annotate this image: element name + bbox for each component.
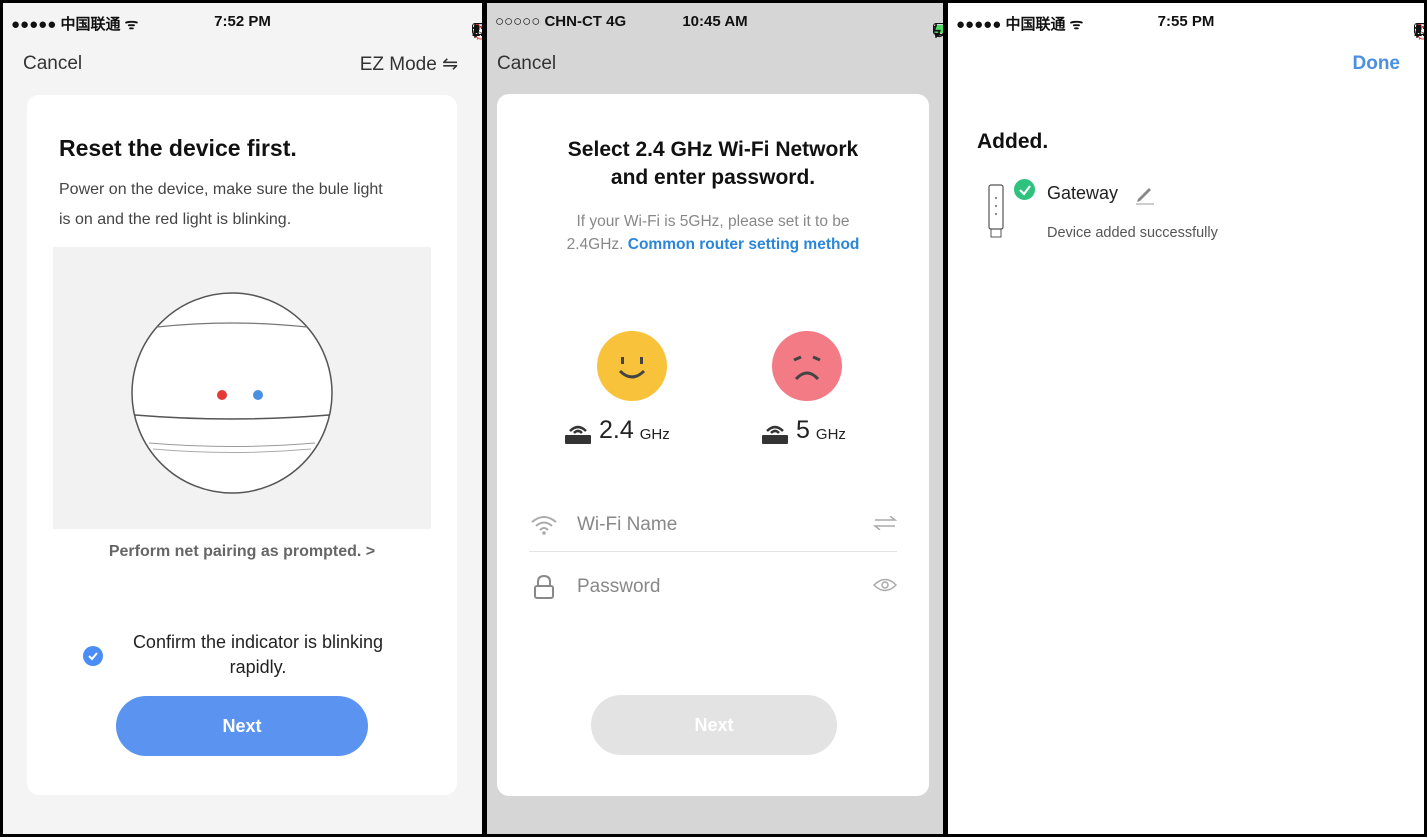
hint-prefix: 2.4GHz. bbox=[566, 236, 628, 253]
screenshot-collage: ●●●●● 中国联通 ᯤ 7:52 PM ⊕ ➚ ⏰ ᛒ 22% Cancel … bbox=[0, 0, 1427, 837]
title-line: and enter password. bbox=[610, 166, 816, 189]
password-input[interactable]: Password bbox=[577, 576, 660, 598]
band-unit: GHz bbox=[815, 426, 846, 443]
page-title: Reset the device first. bbox=[59, 135, 297, 161]
page-title: Added. bbox=[977, 130, 1049, 153]
hint-line: If your Wi-Fi is 5GHz, please set it to … bbox=[576, 213, 850, 230]
device-added-screen: ●●●●● 中国联通 ᯤ 7:55 PM ⊕ ➚ ⏰ ᛒ 22% Done Ad… bbox=[948, 3, 1424, 834]
instruction-text: Power on the device, make sure the bule … bbox=[59, 175, 383, 235]
device-drawing bbox=[131, 292, 333, 494]
status-bar: ●●●●● 中国联通 ᯤ 7:55 PM ⊕ ➚ ⏰ ᛒ 22% bbox=[948, 3, 1424, 41]
next-button[interactable]: Next bbox=[116, 696, 368, 756]
blue-light bbox=[253, 390, 263, 400]
wifi-icon bbox=[529, 514, 559, 536]
carrier-label: ○○○○○ CHN-CT 4G bbox=[495, 13, 627, 30]
band-value: 5 bbox=[796, 416, 810, 444]
status-bar: ●●●●● 中国联通 ᯤ 7:52 PM ⊕ ➚ ⏰ ᛒ 22% bbox=[3, 3, 482, 41]
reset-device-screen: ●●●●● 中国联通 ᯤ 7:52 PM ⊕ ➚ ⏰ ᛒ 22% Cancel … bbox=[3, 3, 482, 834]
router-icon bbox=[762, 425, 788, 444]
instruction-line: is on and the red light is blinking. bbox=[59, 211, 292, 228]
hint-line: 2.4GHz. Common router setting method bbox=[497, 233, 929, 256]
device-status-text: Device added successfully bbox=[1047, 225, 1218, 241]
hint-text: If your Wi-Fi is 5GHz, please set it to … bbox=[497, 210, 929, 256]
wifi-card: Select 2.4 GHz Wi-Fi Network and enter p… bbox=[497, 94, 929, 796]
lock-icon bbox=[529, 574, 559, 600]
checkbox-checked-icon[interactable] bbox=[83, 646, 103, 666]
carrier-label: ●●●●● 中国联通 ᯤ bbox=[11, 16, 139, 33]
instruction-card: Reset the device first. Power on the dev… bbox=[27, 95, 457, 795]
battery-icon bbox=[1414, 23, 1424, 35]
wifi-name-field[interactable]: Wi-Fi Name bbox=[529, 498, 898, 552]
page-title: Select 2.4 GHz Wi-Fi Network and enter p… bbox=[497, 136, 929, 192]
band-value: 2.4 bbox=[599, 416, 634, 444]
nav-bar: Done bbox=[948, 49, 1424, 79]
band-unit: GHz bbox=[639, 426, 670, 443]
gateway-device-icon bbox=[988, 184, 1004, 238]
instruction-line: Power on the device, make sure the bule … bbox=[59, 181, 383, 198]
device-illustration bbox=[53, 247, 431, 529]
happy-face-icon bbox=[597, 331, 667, 401]
red-light bbox=[217, 390, 227, 400]
device-row: Gateway Device added successfully bbox=[986, 175, 1386, 245]
nav-bar: Cancel bbox=[487, 49, 943, 79]
router-icon bbox=[565, 425, 591, 444]
eye-icon[interactable] bbox=[872, 576, 898, 598]
router-setting-link[interactable]: Common router setting method bbox=[628, 236, 860, 253]
edit-pencil-icon[interactable] bbox=[1134, 183, 1156, 210]
cancel-button[interactable]: Cancel bbox=[23, 53, 82, 75]
pairing-prompt-link[interactable]: Perform net pairing as prompted. > bbox=[27, 543, 457, 561]
band-5ghz-label: 5 GHz bbox=[760, 416, 846, 445]
clock: 7:52 PM bbox=[214, 13, 271, 30]
done-button[interactable]: Done bbox=[1353, 53, 1401, 75]
cancel-button[interactable]: Cancel bbox=[497, 53, 556, 75]
confirm-line: rapidly. bbox=[229, 657, 287, 677]
confirm-line: Confirm the indicator is blinking bbox=[132, 632, 384, 652]
band-24ghz-label: 2.4 GHz bbox=[563, 416, 670, 445]
title-line: Select 2.4 GHz Wi-Fi Network bbox=[567, 138, 859, 161]
confirm-label: Confirm the indicator is blinking rapidl… bbox=[103, 630, 413, 680]
wifi-select-screen: ○○○○○ CHN-CT 4G 10:45 AM ⊕ ➚ ᛒ 72% ϟ Can… bbox=[487, 3, 943, 834]
switch-network-icon[interactable] bbox=[872, 514, 898, 536]
status-bar: ○○○○○ CHN-CT 4G 10:45 AM ⊕ ➚ ᛒ 72% ϟ bbox=[487, 3, 943, 41]
sad-face-icon bbox=[772, 331, 842, 401]
password-field[interactable]: Password bbox=[529, 560, 898, 614]
nav-bar: Cancel EZ Mode ⇋ bbox=[3, 49, 482, 79]
clock: 7:55 PM bbox=[1157, 13, 1215, 30]
confirm-checkbox-row[interactable]: Confirm the indicator is blinking rapidl… bbox=[83, 630, 413, 680]
wifi-name-input[interactable]: Wi-Fi Name bbox=[577, 514, 677, 536]
next-button-disabled[interactable]: Next bbox=[591, 695, 837, 755]
ez-mode-toggle[interactable]: EZ Mode ⇋ bbox=[360, 53, 458, 76]
carrier-label: ●●●●● 中国联通 ᯤ bbox=[956, 16, 1084, 33]
clock: 10:45 AM bbox=[682, 13, 748, 30]
battery-icon bbox=[472, 23, 482, 35]
charging-icon: ϟ bbox=[933, 23, 941, 40]
success-check-icon bbox=[1012, 177, 1037, 202]
device-name: Gateway bbox=[1047, 183, 1119, 203]
